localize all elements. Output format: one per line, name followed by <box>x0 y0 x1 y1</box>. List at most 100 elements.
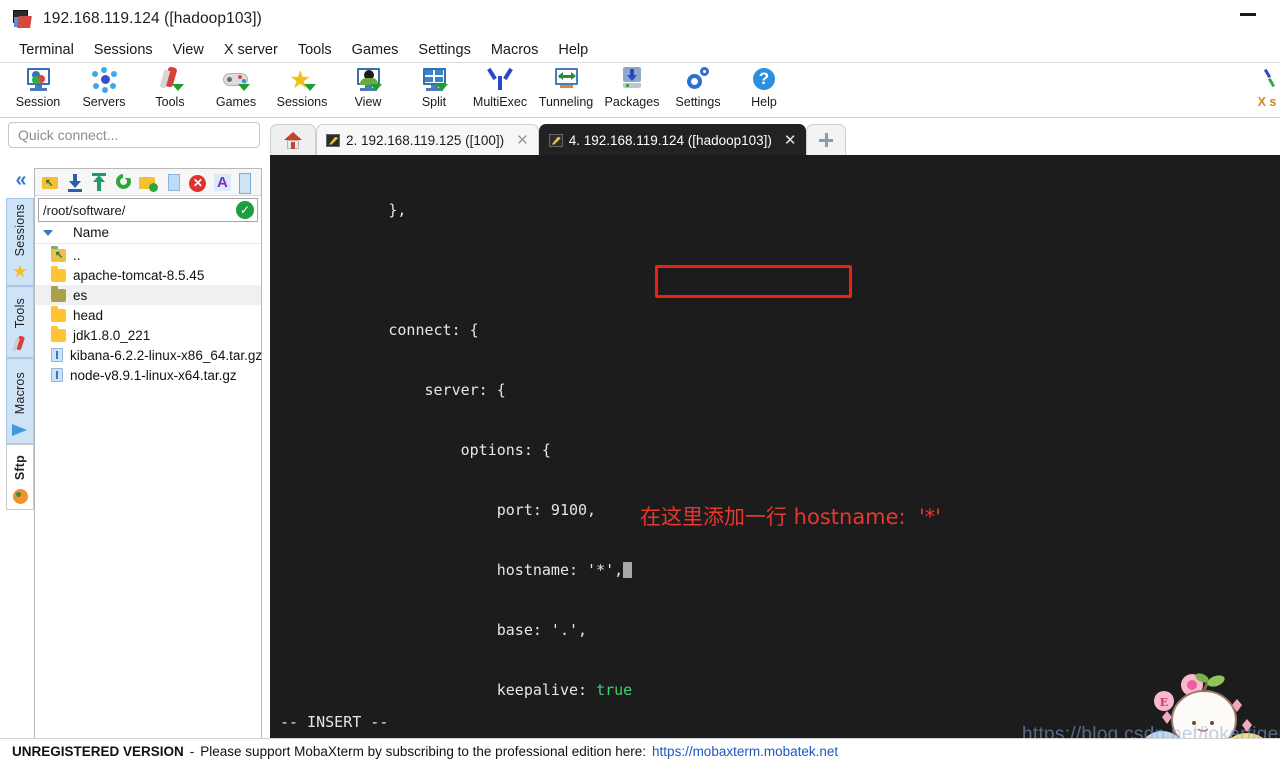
mobaxterm-icon <box>12 8 34 30</box>
view-icon <box>353 66 383 94</box>
parent-folder-icon: ↖ <box>51 245 66 262</box>
sftp-column-header[interactable]: Name <box>35 222 261 244</box>
toolbar-tunneling-button[interactable]: Tunneling <box>533 63 599 109</box>
sidebar-vertical-tabs: ★ Sessions Tools Macros Sftp <box>6 198 34 510</box>
toolbar-xserver-clipped-label: X s <box>1257 95 1277 109</box>
file-name: .. <box>73 247 81 263</box>
list-item[interactable]: node-v8.9.1-linux-x64.tar.gz <box>35 365 261 385</box>
toolbar-multiexec-label: MultiExec <box>472 95 528 109</box>
menu-games[interactable]: Games <box>342 40 409 60</box>
collapse-sidebar-button[interactable]: « <box>8 168 34 192</box>
tab-close-icon[interactable]: ✕ <box>516 133 529 148</box>
menu-sessions[interactable]: Sessions <box>84 40 163 60</box>
settings-gear-icon <box>683 66 713 94</box>
list-item[interactable]: ↖ .. <box>35 245 261 265</box>
terminal-tab-icon <box>548 133 563 147</box>
paper-plane-icon <box>11 421 29 439</box>
toolbar-help-button[interactable]: ? Help <box>731 63 797 109</box>
tab-close-icon[interactable]: ✕ <box>784 133 797 148</box>
file-name: node-v8.9.1-linux-x64.tar.gz <box>70 367 237 383</box>
delete-icon[interactable]: ✕ <box>187 172 209 193</box>
sftp-column-name-label: Name <box>73 225 110 240</box>
sftp-path-value: /root/software/ <box>43 202 126 218</box>
file-name: apache-tomcat-8.5.45 <box>73 267 205 283</box>
list-item[interactable]: jdk1.8.0_221 <box>35 325 261 345</box>
sidebar-tab-sessions[interactable]: ★ Sessions <box>6 198 34 286</box>
minimize-button[interactable] <box>1240 13 1256 16</box>
toolbar-servers-label: Servers <box>82 95 126 109</box>
tools-icon <box>155 66 185 94</box>
toolbar-tools-button[interactable]: Tools <box>137 63 203 109</box>
list-item[interactable]: head <box>35 305 261 325</box>
menu-view[interactable]: View <box>163 40 214 60</box>
toolbar-settings-button[interactable]: Settings <box>665 63 731 109</box>
xserver-clipped-icon <box>1254 66 1280 94</box>
sidebar-tab-tools[interactable]: Tools <box>6 286 34 358</box>
parent-folder-icon[interactable]: ↖ <box>40 172 62 193</box>
list-item[interactable]: kibana-6.2.2-linux-x86_64.tar.gz <box>35 345 262 365</box>
plus-icon <box>818 132 834 148</box>
home-tab[interactable] <box>270 124 316 155</box>
menu-xserver[interactable]: X server <box>214 40 288 60</box>
terminal-line: base: '.', <box>280 621 588 639</box>
toolbar-sessions-button[interactable]: ★ Sessions <box>269 63 335 110</box>
folder-icon <box>51 265 66 282</box>
menu-tools[interactable]: Tools <box>288 40 342 60</box>
games-icon <box>221 66 251 94</box>
menu-help[interactable]: Help <box>548 40 598 60</box>
text-edit-icon[interactable]: A <box>212 172 234 193</box>
terminal-line: keepalive: true <box>280 681 633 699</box>
tab-192-168-119-125[interactable]: 2. 192.168.119.125 ([100]) ✕ <box>316 124 539 155</box>
list-item[interactable]: es <box>35 285 261 305</box>
more-icon[interactable] <box>237 172 259 194</box>
toolbar-multiexec-button[interactable]: MultiExec <box>467 63 533 109</box>
new-file-icon[interactable] <box>163 172 185 193</box>
sidebar-tab-label: Macros <box>13 371 27 414</box>
new-tab-button[interactable] <box>806 124 847 155</box>
swiss-knife-icon <box>11 335 29 353</box>
sidebar-tab-sftp[interactable]: Sftp <box>6 444 34 510</box>
toolbar-packages-button[interactable]: Packages <box>599 63 665 109</box>
list-item[interactable]: apache-tomcat-8.5.45 <box>35 265 261 285</box>
window-title: 192.168.119.124 ([hadoop103]) <box>43 10 262 27</box>
sftp-path-bar[interactable]: /root/software/ ✓ <box>38 198 258 222</box>
new-folder-icon[interactable] <box>138 172 160 193</box>
split-icon <box>419 66 449 94</box>
upload-icon[interactable] <box>89 172 111 193</box>
folder-icon <box>51 285 66 302</box>
menu-bar: Terminal Sessions View X server Tools Ga… <box>0 38 1280 63</box>
toolbar-view-button[interactable]: View <box>335 63 401 109</box>
terminal-keyword: true <box>596 681 633 699</box>
sftp-toolbar: ↖ ✕ A <box>35 169 261 196</box>
toolbar-servers-button[interactable]: Servers <box>71 63 137 109</box>
url-watermark: https://blog.csdn.net/jokertiger <box>1022 724 1280 739</box>
sidebar-tab-label: Sftp <box>13 454 27 480</box>
multiexec-icon <box>485 66 515 94</box>
globe-icon <box>11 487 29 505</box>
sidebar-tab-label: Tools <box>13 297 27 328</box>
mobaxterm-window: 192.168.119.124 ([hadoop103]) Terminal S… <box>0 0 1280 763</box>
toolbar-session-button[interactable]: Session <box>5 63 71 109</box>
tab-192-168-119-124[interactable]: 4. 192.168.119.124 ([hadoop103]) ✕ <box>538 124 807 155</box>
path-valid-icon: ✓ <box>236 201 254 219</box>
sftp-file-list: ↖ .. apache-tomcat-8.5.45 es head jdk1.8… <box>35 244 262 385</box>
toolbar-games-button[interactable]: Games <box>203 63 269 109</box>
mobaxterm-link[interactable]: https://mobaxterm.mobatek.net <box>652 744 838 759</box>
menu-terminal[interactable]: Terminal <box>9 40 84 60</box>
quick-connect-input[interactable]: Quick connect... <box>8 122 260 148</box>
sidebar-tab-macros[interactable]: Macros <box>6 358 34 444</box>
download-icon[interactable] <box>65 172 87 193</box>
main-toolbar: Session Servers Tools Games ★ Sessions V… <box>0 63 1280 118</box>
title-bar: 192.168.119.124 ([hadoop103]) <box>0 0 1280 38</box>
toolbar-xserver-clipped[interactable]: X s <box>1254 63 1280 109</box>
terminal-line-text: hostname: '*', <box>280 561 624 579</box>
menu-macros[interactable]: Macros <box>481 40 549 60</box>
toolbar-tunneling-label: Tunneling <box>538 95 594 109</box>
toolbar-help-label: Help <box>751 95 777 109</box>
terminal-tab-bar: 2. 192.168.119.125 ([100]) ✕ 4. 192.168.… <box>270 118 1280 155</box>
toolbar-split-button[interactable]: Split <box>401 63 467 109</box>
terminal-pane[interactable]: }, connect: { server: { options: { port:… <box>270 155 1280 738</box>
menu-settings[interactable]: Settings <box>408 40 480 60</box>
refresh-icon[interactable] <box>114 171 136 193</box>
